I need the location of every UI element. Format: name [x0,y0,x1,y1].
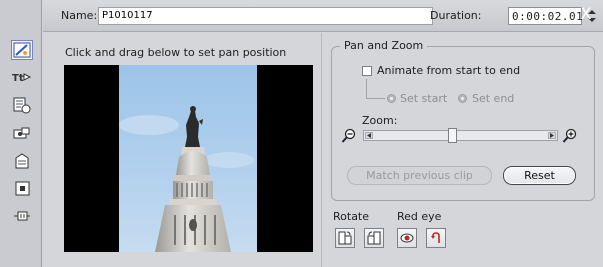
preview-photo [119,65,257,252]
tool-strip: Tt [0,0,42,267]
set-start-label: Set start [400,92,448,105]
svg-text:Tt: Tt [12,73,24,84]
undo-icon [431,232,440,243]
animate-checkbox-label[interactable]: Animate from start to end [377,64,520,77]
set-start-radio[interactable] [387,94,396,103]
match-previous-clip-button[interactable]: Match previous clip [347,166,492,185]
pan-preview-panel: Click and drag below to set pan position [43,33,320,267]
set-end-label: Set end [472,92,515,105]
disc-menu-icon[interactable] [11,178,33,198]
animate-checkbox[interactable] [362,66,372,76]
zoom-slider[interactable] [363,128,558,143]
option-tree-line [366,79,385,99]
pan-zoom-icon[interactable] [11,40,33,60]
arrow-right-icon [550,133,554,138]
clip-header-bar: Name: P1010117 Duration: 0:00:02.01 X [43,0,603,32]
red-eye-icon [400,233,414,243]
panel-divider [321,33,322,267]
zoom-out-icon[interactable] [341,128,356,144]
rotate-right-icon [367,231,381,245]
duration-field[interactable]: 0:00:02.01 [508,7,583,25]
zoom-slider-thumb[interactable] [447,128,457,143]
clip-name-field[interactable]: P1010117 [98,7,433,25]
pan-preview-area[interactable] [64,65,313,252]
zoom-label: Zoom: [362,114,398,127]
duration-label: Duration: [430,9,482,22]
set-end-radio[interactable] [458,94,467,103]
pan-zoom-group-title: Pan and Zoom [340,39,428,52]
title-editor-icon[interactable] [11,150,33,170]
rotate-right-button[interactable] [364,228,384,248]
zoom-in-icon[interactable] [562,128,577,144]
text-effects-icon[interactable]: Tt [11,67,33,87]
close-button[interactable]: X [577,4,595,24]
pan-instruction-label: Click and drag below to set pan position [65,46,287,59]
reset-button[interactable]: Reset [503,166,576,185]
arrow-left-icon [367,133,371,138]
zoom-slider-left-arrow[interactable] [365,132,373,139]
name-label: Name: [61,9,98,22]
red-eye-label: Red eye [397,210,442,223]
rotate-left-button[interactable] [335,228,355,248]
timer-clip-icon[interactable] [11,95,33,115]
zoom-slider-right-arrow[interactable] [548,132,556,139]
rotate-label: Rotate [333,210,370,223]
undo-red-eye-button[interactable] [426,228,446,248]
red-eye-button[interactable] [397,228,417,248]
rotate-left-icon [338,231,352,245]
audio-effects-icon[interactable] [11,206,33,226]
camera-capture-icon[interactable] [11,123,33,143]
